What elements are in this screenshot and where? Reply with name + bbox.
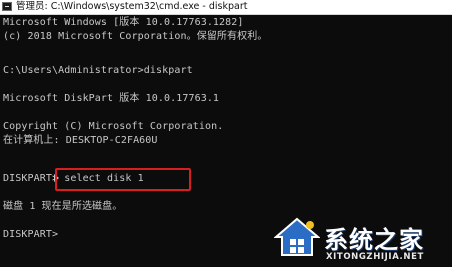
- title-bar[interactable]: 管理员: C:\Windows\system32\cmd.exe - diskp…: [0, 0, 452, 15]
- console-line: DISKPART>: [3, 229, 59, 240]
- console-line: Microsoft Windows [版本 10.0.17763.1282]: [3, 17, 244, 28]
- console-line: 在计算机上: DESKTOP-C2FA60U: [3, 135, 158, 146]
- cmd-icon: [2, 2, 12, 11]
- command-highlight-box: [55, 168, 191, 191]
- house-logo-icon: [274, 217, 320, 256]
- watermark: 系统之家 XITONGZHIJIA.NET: [268, 214, 452, 267]
- console-line: 磁盘 1 现在是所选磁盘。: [3, 201, 123, 212]
- watermark-url: XITONGZHIJIA.NET: [326, 252, 424, 262]
- window-title: 管理员: C:\Windows\system32\cmd.exe - diskp…: [16, 1, 248, 12]
- console-line: C:\Users\Administrator>diskpart: [3, 65, 193, 76]
- console-line: Microsoft DiskPart 版本 10.0.17763.1: [3, 93, 220, 104]
- console-line: Copyright (C) Microsoft Corporation.: [3, 121, 224, 132]
- watermark-brand: 系统之家: [324, 226, 424, 254]
- console-line: (c) 2018 Microsoft Corporation。保留所有权利。: [3, 31, 268, 42]
